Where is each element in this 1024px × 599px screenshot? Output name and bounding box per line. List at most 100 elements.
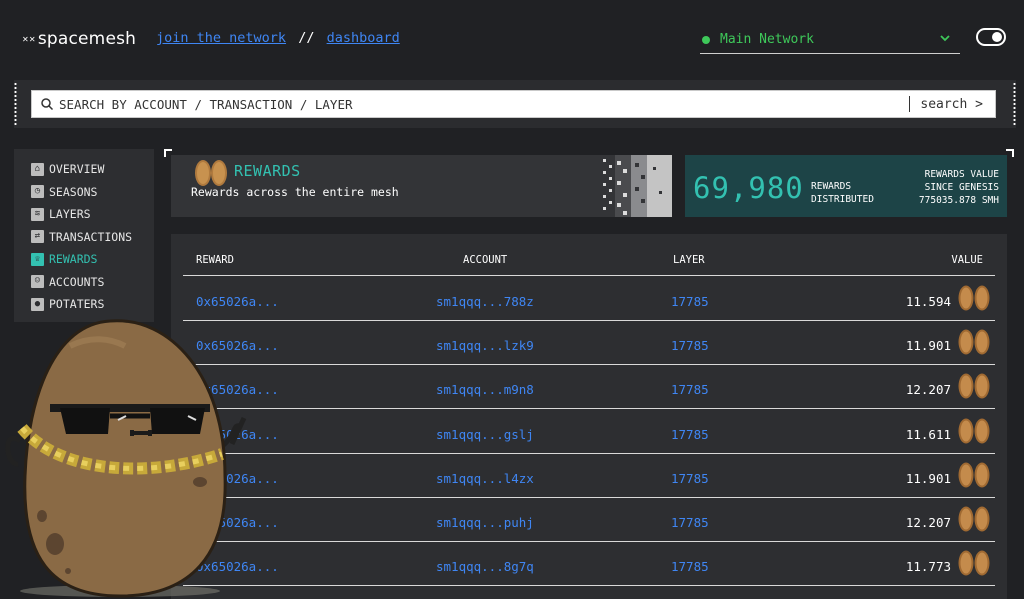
rewards-count-label: REWARDS DISTRIBUTED [811,180,874,206]
sidebar-item-label: POTATERS [49,297,105,312]
search-icon [41,98,54,111]
sidebar-item-accounts[interactable]: ☺ ACCOUNTS [14,271,154,294]
network-selector[interactable]: Main Network [700,26,960,54]
sidebar: ⌂ OVERVIEW ◷ SEASONS ≋ LAYERS ⇄ TRANSACTIONS… [14,149,154,322]
sidebar-item-label: TRANSACTIONS [49,229,133,244]
potato-icon [957,461,991,492]
rewards-header-card: REWARDS Rewards across the entire mesh [171,155,672,217]
potato-icon [957,417,991,448]
rewards-count: 69,980 [693,171,804,205]
potato-icon [957,284,991,315]
reward-value: 11.594 [905,294,951,309]
search-input[interactable] [59,96,910,112]
transactions-icon: ⇄ [31,230,44,244]
sidebar-item-label: SEASONS [49,184,98,199]
column-header-account[interactable]: ACCOUNT [463,254,507,266]
seasons-icon: ◷ [31,185,44,199]
rewards-table: REWARD ACCOUNT LAYER VALUE 0x65026a... sm… [171,234,1007,599]
reward-value: 11.901 [905,470,951,486]
sidebar-item-seasons[interactable]: ◷ SEASONS [14,181,154,204]
join-network-link[interactable]: join the network [156,30,286,46]
potato-icon [195,160,227,186]
reward-value: 11.611 [905,426,951,442]
network-status-dot [702,35,710,44]
reward-value: 12.207 [905,515,951,530]
account-link[interactable]: sm1qqq...gslj [436,427,534,442]
account-link[interactable]: sm1qqq...lzk9 [436,338,534,353]
column-header-reward[interactable]: REWARD [196,254,234,266]
reward-value: 11.773 [905,559,951,575]
reward-value: 12.207 [905,382,951,398]
table-row: 0x65026a... sm1qqq...8g7q 17785 11.773 [183,542,995,587]
logo-mark: ✕✕ [22,34,36,44]
account-link[interactable]: sm1qqq...788z [436,294,534,309]
dotted-edge-right [1013,82,1016,126]
layer-link[interactable]: 17785 [671,338,709,353]
layer-link[interactable]: 17785 [671,294,709,309]
potaters-icon: ● [31,297,44,311]
search-divider [909,96,911,112]
table-header: REWARD ACCOUNT LAYER VALUE [183,234,995,276]
value-label-line1: REWARDS VALUE [924,169,999,180]
rewards-value: 775035.878 SMH [918,195,999,206]
pixel-pattern-decoration [603,155,672,217]
sidebar-item-rewards[interactable]: ♕ REWARDS [14,248,154,271]
count-label-line1: REWARDS [811,181,852,192]
account-link[interactable]: sm1qqq...m9n8 [436,382,534,397]
layers-icon: ≋ [31,207,44,221]
page-subtitle: Rewards across the entire mesh [191,185,399,199]
potato-mascot [5,319,247,598]
layer-link[interactable]: 17785 [671,559,709,574]
sidebar-item-layers[interactable]: ≋ LAYERS [14,203,154,226]
chevron-down-icon [940,35,950,42]
sidebar-item-label: REWARDS [49,252,98,267]
sidebar-item-label: ACCOUNTS [49,274,105,289]
table-row: 0x65026a... sm1qqq...l4zx 17785 11.901 [183,454,995,498]
layer-link[interactable]: 17785 [671,427,709,442]
potato-icon [957,328,991,359]
sidebar-item-label: OVERVIEW [49,162,105,177]
rewards-stats-card: 69,980 REWARDS DISTRIBUTED REWARDS VALUE… [685,155,1007,217]
account-link[interactable]: sm1qqq...puhj [436,515,534,530]
nav-separator: // [298,30,315,46]
sidebar-item-transactions[interactable]: ⇄ TRANSACTIONS [14,226,154,249]
network-name: Main Network [720,32,814,47]
column-header-value[interactable]: VALUE [951,254,983,266]
logo-text: spacemesh [37,29,137,49]
corner-bracket-right [1006,149,1014,157]
theme-toggle[interactable] [976,28,1006,46]
layer-link[interactable]: 17785 [671,515,709,530]
table-row: 0x65026a... sm1qqq...m9n8 17785 12.207 [183,365,995,410]
logo[interactable]: ✕✕ spacemesh [22,29,136,49]
column-header-layer[interactable]: LAYER [673,254,705,266]
potato-icon [957,505,991,536]
table-row: 0x65026a... sm1qqq...gslj 17785 11.611 [183,410,995,454]
search-button[interactable]: search > [920,97,983,112]
sidebar-item-label: LAYERS [49,207,91,222]
search-box: search > [31,90,996,118]
layer-link[interactable]: 17785 [671,471,709,486]
sidebar-item-potaters[interactable]: ● POTATERS [14,293,154,316]
home-icon: ⌂ [31,162,44,176]
potato-icon [957,372,991,403]
account-link[interactable]: sm1qqq...8g7q [436,559,534,574]
account-link[interactable]: sm1qqq...l4zx [436,471,534,486]
table-row: 0x65026a... sm1qqq...lzk9 17785 11.901 [183,321,995,366]
top-nav: join the network // dashboard [156,30,400,46]
layer-link[interactable]: 17785 [671,382,709,397]
dotted-edge-left [14,82,17,126]
table-row: 0x65026a... sm1qqq...puhj 17785 12.207 [183,498,995,542]
reward-link[interactable]: 0x65026a... [196,294,279,309]
potato-icon [957,549,991,580]
dashboard-link[interactable]: dashboard [327,30,400,46]
count-label-line2: DISTRIBUTED [811,194,874,205]
value-label-line2: SINCE GENESIS [924,182,999,193]
reward-value: 11.901 [905,338,951,354]
table-row: 0x65026a... sm1qqq...788z 17785 11.594 [183,277,995,321]
page-title: REWARDS [234,162,301,180]
rewards-value-block: REWARDS VALUE SINCE GENESIS 775035.878 S… [919,168,999,207]
toggle-knob [992,32,1002,42]
sidebar-item-overview[interactable]: ⌂ OVERVIEW [14,158,154,181]
accounts-icon: ☺ [31,275,44,289]
rewards-icon: ♕ [31,252,44,266]
